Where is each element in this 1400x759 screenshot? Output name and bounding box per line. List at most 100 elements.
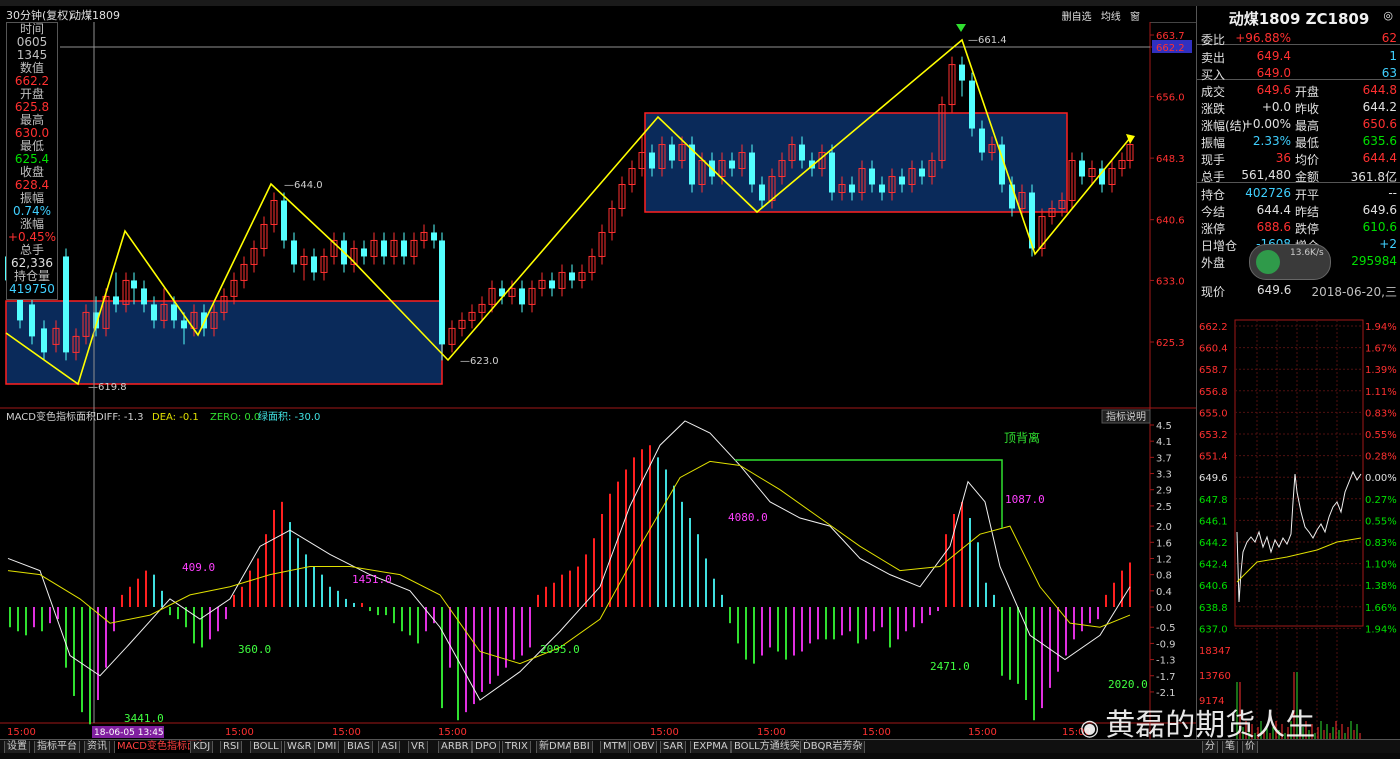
fund-flow-bubble[interactable]: 13.6K/s: [1249, 244, 1331, 280]
candle-body-down: [141, 288, 147, 305]
candle-body-down: [63, 256, 69, 353]
quote-label: 卖出: [1201, 51, 1226, 65]
candle-body-down: [171, 304, 177, 321]
quote-value: +0.0: [1261, 100, 1291, 114]
quote-value-right: 63: [1381, 66, 1397, 80]
candle-body-down: [549, 280, 555, 289]
macd-axis-label: 0.0: [1156, 603, 1172, 614]
candle-body-down: [869, 168, 875, 185]
candle-body-down: [181, 320, 187, 329]
time-axis-label: 15:00: [757, 727, 786, 738]
candle-body-down: [291, 240, 297, 265]
price-axis-label: 648.3: [1156, 154, 1185, 165]
macd-axis-label: 0.4: [1156, 587, 1172, 598]
intraday-right-label: 1.11%: [1365, 387, 1397, 398]
time-axis-label: 15:00: [332, 727, 361, 738]
quote-row: 总手 561,480 金额 361.8亿: [1197, 167, 1400, 184]
quote-value-right: 1: [1389, 49, 1397, 63]
quote-value-right: 361.8亿: [1350, 170, 1397, 184]
intraday-chart[interactable]: 662.2 1.94% 660.4 1.67% 658.7 1.39% 656.8 1.11%…: [1197, 302, 1400, 742]
candle-body-down: [431, 232, 437, 241]
contract-title: 动煤1809 ZC1809: [1228, 10, 1370, 28]
macd-area-label: 3441.0: [124, 712, 164, 725]
quote-row: 现手 36 均价 644.4: [1197, 150, 1400, 167]
candle-body-down: [1099, 168, 1105, 185]
candle-body-down: [151, 304, 157, 321]
time-axis-label: 15:00: [7, 727, 36, 738]
intraday-right-label: 0.83%: [1365, 408, 1397, 419]
fund-speed: 13.6K/s: [1290, 248, 1324, 258]
candle-body-down: [361, 248, 367, 257]
quote-value-right: 610.6: [1362, 220, 1397, 234]
quote-row: 买入 649.0 63: [1197, 65, 1400, 82]
time-axis-label: 15:00: [968, 727, 997, 738]
macd-area-label: 2095.0: [540, 643, 580, 656]
time-axis-label: 15:00: [438, 727, 467, 738]
quote-value: 402726: [1245, 186, 1291, 200]
intraday-left-label: 660.4: [1199, 344, 1228, 355]
candle-body-down: [281, 200, 287, 241]
kline-chart[interactable]: 663.7662.2656.0648.3640.6633.0625.3—661.…: [0, 0, 1196, 739]
macd-header-item: DIFF: -1.3: [96, 412, 143, 423]
quote-label: 成交: [1201, 85, 1226, 99]
quote-value: 644.4: [1256, 203, 1291, 217]
price-axis-label: 656.0: [1156, 93, 1185, 104]
cursor-time-label: 18-06-05 13:45: [94, 728, 164, 738]
weibo-watermark: ◉ 黄磊的期货人生: [1080, 708, 1316, 743]
intraday-frame: [1234, 319, 1364, 627]
intraday-right-label: 0.28%: [1365, 452, 1397, 463]
quote-value: 649.6: [1256, 83, 1291, 97]
quote-row: 振幅 2.33% 最低 635.6: [1197, 133, 1400, 150]
macd-axis-label: 2.0: [1156, 522, 1172, 533]
quote-panel: 动煤1809 ZC1809 ◎ 委比 +96.88% 62 卖出 649.4 1 买入 649…: [1196, 6, 1400, 743]
quote-value-right: 644.2: [1362, 100, 1397, 114]
quote-label: 日增仓: [1201, 239, 1238, 253]
quote-label: 振幅: [1201, 136, 1226, 150]
quote-value-right: 62: [1381, 31, 1397, 45]
quote-label-right: 开盘: [1295, 85, 1320, 99]
current-price-label: 现价: [1201, 285, 1226, 299]
macd-area-label: 1087.0: [1005, 493, 1045, 506]
intraday-right-label: 0.55%: [1365, 430, 1397, 441]
candle-body-down: [17, 296, 23, 321]
fund-flow-icon: [1256, 250, 1280, 274]
intraday-left-label: 649.6: [1199, 473, 1228, 484]
quote-label: 外盘: [1201, 256, 1226, 270]
quote-date: 2018-06-20,三: [1311, 285, 1397, 299]
candle-body-down: [401, 240, 407, 257]
status-bar: [0, 753, 1400, 759]
macd-header-item: 绿面积: -30.0: [258, 410, 320, 423]
quote-label: 现手: [1201, 153, 1226, 167]
candle-body-down: [959, 64, 965, 81]
macd-axis-label: 2.5: [1156, 502, 1172, 513]
quote-label-right: 金额: [1295, 170, 1320, 184]
intraday-right-label: 1.66%: [1365, 603, 1397, 614]
intraday-right-label: 1.94%: [1365, 322, 1397, 333]
candle-body-down: [131, 280, 137, 289]
intraday-left-label: 655.0: [1199, 408, 1228, 419]
candle-body-down: [729, 160, 735, 169]
quote-value: +0.00%: [1242, 117, 1291, 131]
macd-axis-label: 1.6: [1156, 538, 1172, 549]
macd-area-label: 409.0: [182, 561, 215, 574]
quote-label-right: 开平: [1295, 188, 1320, 202]
quote-value: 36: [1275, 151, 1291, 165]
quote-value: 2.33%: [1252, 134, 1291, 148]
intraday-right-label: 0.27%: [1365, 495, 1397, 506]
current-price-row: 现价 649.6 2018-06-20,三: [1197, 282, 1400, 299]
macd-area-label: 2471.0: [930, 660, 970, 673]
quote-value-right: 295984: [1351, 254, 1397, 268]
macd-axis-label: 3.7: [1156, 453, 1172, 464]
info-line: 419750: [9, 282, 55, 296]
candle-body-down: [41, 328, 47, 353]
candle-body-down: [879, 184, 885, 193]
price-axis-label: 662.2: [1156, 43, 1185, 54]
cursor-info-box: 时间 0605 1345 数值 662.2 开盘 625.8 最高 630.0 最低 625.4 收盘…: [6, 22, 58, 300]
price-axis-label: 633.0: [1156, 276, 1185, 287]
price-axis-label: 625.3: [1156, 338, 1185, 349]
volume-axis-label: 18347: [1199, 646, 1231, 657]
candle-body-down: [519, 288, 525, 305]
quote-value-right: 650.6: [1362, 117, 1397, 131]
macd-axis-label: 3.3: [1156, 470, 1172, 481]
candle-body-down: [969, 80, 975, 129]
